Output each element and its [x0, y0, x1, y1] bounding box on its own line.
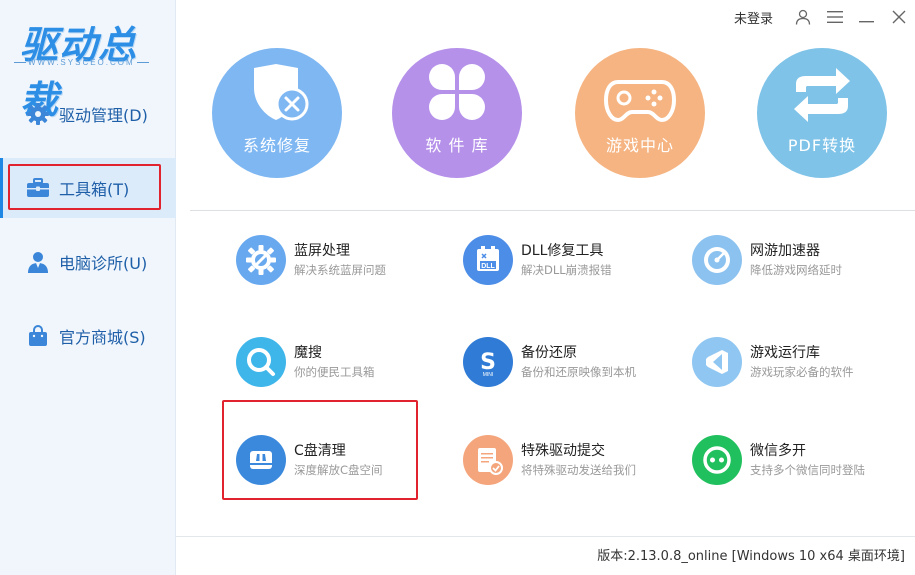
user-icon[interactable] — [787, 0, 819, 34]
tool-title: 特殊驱动提交 — [521, 443, 605, 459]
sidebar-item-driver-management[interactable]: 驱动管理(D) — [0, 84, 176, 144]
tool-desc: 深度解放C盘空间 — [294, 463, 383, 477]
tool-desc: 你的便民工具箱 — [294, 365, 375, 379]
sidebar-item-label: 工具箱(T) — [59, 180, 130, 199]
feature-label: 系统修复 — [242, 136, 311, 155]
menu-icon[interactable] — [819, 0, 851, 34]
tool-title: 游戏运行库 — [750, 345, 820, 361]
shopping-bag-icon — [26, 324, 50, 348]
tool-title: 备份还原 — [521, 345, 577, 361]
tool-desc: 解决系统蓝屏问题 — [294, 263, 386, 277]
tool-desc: 游戏玩家必备的软件 — [750, 365, 854, 379]
svg-text:MINI: MINI — [483, 372, 494, 378]
tool-desc: 将特殊驱动发送给我们 — [521, 463, 636, 477]
tool-title: DLL修复工具 — [521, 243, 604, 259]
sidebar-item-toolbox[interactable]: 工具箱(T) — [0, 158, 176, 218]
tool-desc: 备份和还原映像到本机 — [521, 365, 636, 379]
tool-bluescreen-fix[interactable]: 蓝屏处理 解决系统蓝屏问题 — [236, 232, 446, 288]
app-window: 驱动总裁 WWW.SYSCEO.COM 驱动管理(D) 工具箱(T) 电脑诊所(… — [0, 0, 915, 575]
toolbox-icon — [26, 176, 50, 200]
feature-label: 软 件 库 — [425, 136, 489, 155]
feature-label: 游戏中心 — [605, 136, 674, 155]
tool-special-driver-submit[interactable]: 特殊驱动提交 将特殊驱动发送给我们 — [463, 432, 673, 488]
backup-icon: S MINI — [463, 337, 513, 387]
sidebar-item-label: 电脑诊所(U) — [59, 254, 148, 273]
feature-system-repair[interactable]: 系统修复 — [212, 48, 342, 178]
feature-game-center[interactable]: 游戏中心 — [575, 48, 705, 178]
gear-icon — [26, 102, 50, 126]
shield-wrench-icon — [254, 64, 309, 121]
disk-clean-icon — [236, 435, 286, 485]
doctor-icon — [26, 250, 50, 274]
document-check-icon — [463, 435, 513, 485]
tool-wechat-multi[interactable]: 微信多开 支持多个微信同时登陆 — [692, 432, 902, 488]
title-bar: 未登录 — [734, 0, 915, 34]
tool-title: 网游加速器 — [750, 243, 820, 259]
feature-label: PDF转换 — [787, 136, 857, 155]
convert-arrows-icon — [794, 68, 850, 122]
gamepad-icon — [604, 80, 676, 123]
tool-mosou[interactable]: 魔搜 你的便民工具箱 — [236, 334, 446, 390]
logo: 驱动总裁 WWW.SYSCEO.COM — [14, 14, 164, 122]
tool-title: 蓝屏处理 — [294, 243, 350, 259]
sidebar-item-official-store[interactable]: 官方商城(S) — [0, 306, 176, 366]
tool-game-runtime[interactable]: 游戏运行库 游戏玩家必备的软件 — [692, 334, 902, 390]
wechat-icon — [692, 435, 742, 485]
tool-title: C盘清理 — [294, 443, 346, 459]
tool-dll-repair[interactable]: DLL DLL修复工具 解决DLL崩溃报错 — [463, 232, 673, 288]
version-text: 版本:2.13.0.8_online [Windows 10 x64 桌面环境] — [597, 549, 905, 564]
tool-desc: 支持多个微信同时登陆 — [750, 463, 865, 477]
footer-divider — [176, 536, 915, 537]
tool-game-accelerator[interactable]: 网游加速器 降低游戏网络延时 — [692, 232, 902, 288]
feature-pdf-convert[interactable]: PDF转换 — [757, 48, 887, 178]
clover-icon — [429, 64, 485, 120]
gear-wrench-icon — [236, 235, 286, 285]
sidebar-item-label: 官方商城(S) — [59, 328, 146, 347]
close-icon[interactable] — [883, 0, 915, 34]
tool-title: 微信多开 — [750, 443, 806, 459]
svg-text:DLL: DLL — [481, 263, 495, 270]
sidebar-item-pc-clinic[interactable]: 电脑诊所(U) — [0, 232, 176, 292]
tool-title: 魔搜 — [294, 345, 322, 361]
tool-c-drive-clean[interactable]: C盘清理 深度解放C盘空间 — [236, 432, 446, 488]
feature-software-library[interactable]: 软 件 库 — [392, 48, 522, 178]
tool-desc: 解决DLL崩溃报错 — [521, 263, 612, 277]
tool-desc: 降低游戏网络延时 — [750, 263, 842, 277]
search-icon — [236, 337, 286, 387]
tool-backup-restore[interactable]: S MINI 备份还原 备份和还原映像到本机 — [463, 334, 673, 390]
login-link[interactable]: 未登录 — [734, 8, 773, 27]
sidebar-item-label: 驱动管理(D) — [59, 106, 148, 125]
speedometer-icon — [692, 235, 742, 285]
sidebar: 驱动总裁 WWW.SYSCEO.COM 驱动管理(D) 工具箱(T) 电脑诊所(… — [0, 0, 176, 575]
dll-icon: DLL — [463, 235, 513, 285]
logo-subtitle: WWW.SYSCEO.COM — [14, 58, 149, 67]
minimize-icon[interactable] — [851, 0, 883, 34]
runtime-icon — [692, 337, 742, 387]
section-divider — [190, 210, 915, 211]
